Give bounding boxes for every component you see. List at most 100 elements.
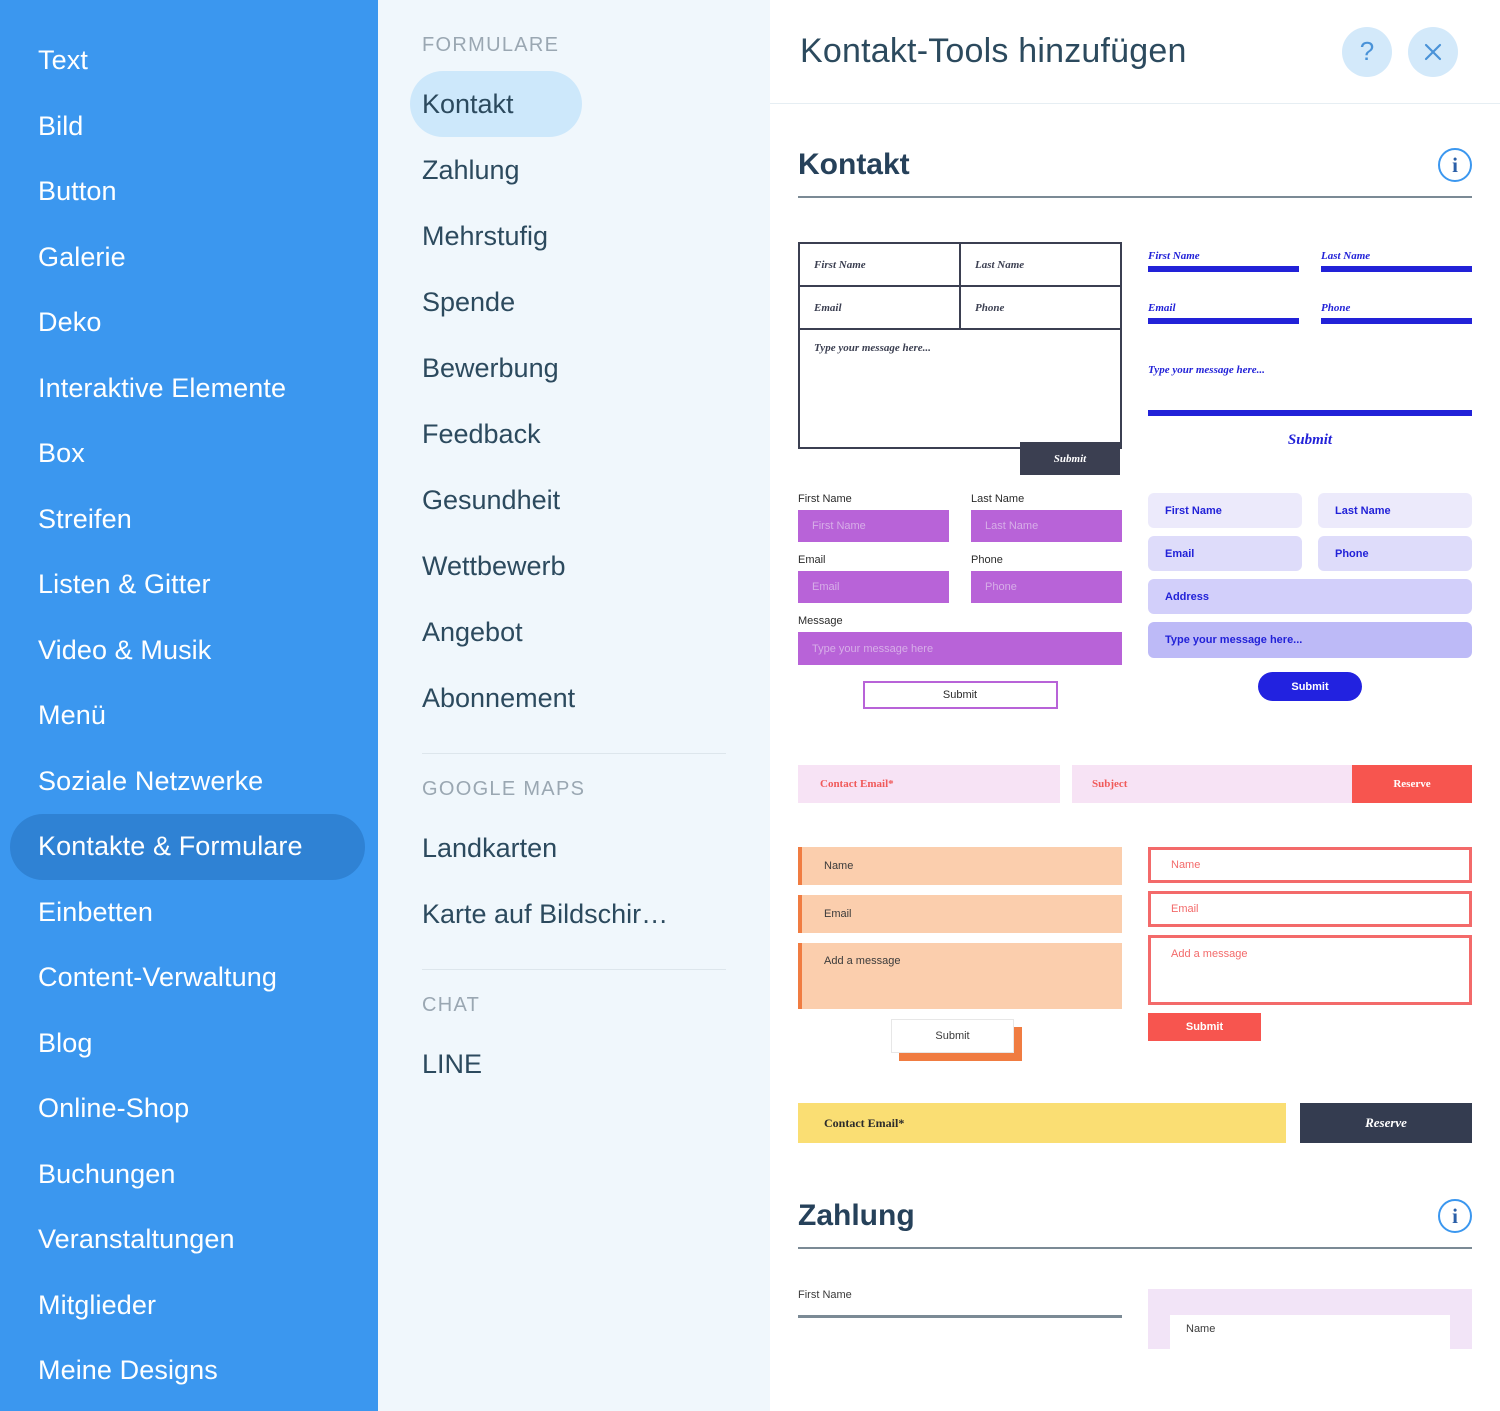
submit-button: Submit bbox=[1020, 442, 1120, 475]
sidebar-item-text[interactable]: Text bbox=[0, 28, 378, 94]
submit-button: Submit bbox=[891, 1019, 1022, 1061]
help-button[interactable]: ? bbox=[1342, 26, 1392, 77]
field-address: Address bbox=[1148, 579, 1472, 614]
field-last-name: Last Name bbox=[971, 510, 1122, 542]
field-email: Email bbox=[798, 895, 1122, 933]
add-tools-panel: Kontakt-Tools hinzufügen ? Kontakt i Fir… bbox=[770, 0, 1500, 1411]
sidebar-item-buchungen[interactable]: Buchungen bbox=[0, 1142, 378, 1208]
subnav-item-gesundheit[interactable]: Gesundheit bbox=[378, 467, 770, 533]
field-email: Email bbox=[1148, 536, 1302, 571]
info-icon[interactable]: i bbox=[1438, 1199, 1472, 1233]
page-title: Kontakt-Tools hinzufügen bbox=[800, 32, 1187, 70]
subnav-item-mehrstufig[interactable]: Mehrstufig bbox=[378, 203, 770, 269]
subnav-item-feedback[interactable]: Feedback bbox=[378, 401, 770, 467]
subnav-item-spende[interactable]: Spende bbox=[378, 269, 770, 335]
sidebar-item-bild[interactable]: Bild bbox=[0, 94, 378, 160]
field-message: Type your message here bbox=[798, 632, 1122, 665]
field-name: Name bbox=[1170, 1315, 1450, 1355]
sidebar-item-online-shop[interactable]: Online-Shop bbox=[0, 1076, 378, 1142]
field-message: Type your message here... bbox=[814, 342, 931, 354]
sidebar-item-box[interactable]: Box bbox=[0, 421, 378, 487]
sidebar-item-video-musik[interactable]: Video & Musik bbox=[0, 618, 378, 684]
reserve-button: Reserve bbox=[1352, 765, 1472, 803]
field-last-name: Last Name bbox=[1321, 250, 1371, 262]
template-row-4: Name Email Add a message Submit Name Ema… bbox=[798, 803, 1472, 1061]
field-subject: Subject bbox=[1072, 765, 1352, 803]
payment-template-underline[interactable]: First Name bbox=[798, 1289, 1122, 1349]
field-first-name: First Name bbox=[798, 1289, 852, 1301]
form-template-lavender[interactable]: First Name Last Name Email Phone Address… bbox=[1148, 493, 1472, 709]
subnav-item-kontakt[interactable]: Kontakt bbox=[410, 71, 582, 137]
form-template-peach[interactable]: Name Email Add a message Submit bbox=[798, 847, 1122, 1061]
sidebar-item-mitglieder[interactable]: Mitglieder bbox=[0, 1273, 378, 1339]
form-template-underline[interactable]: First Name Last Name Email Phone Type yo… bbox=[1148, 242, 1472, 449]
sidebar-item-soziale-netzwerke[interactable]: Soziale Netzwerke bbox=[0, 749, 378, 815]
submit-button: Submit bbox=[862, 681, 1058, 709]
subnav-item-abonnement[interactable]: Abonnement bbox=[378, 665, 770, 731]
sidebar-item-interaktive-elemente[interactable]: Interaktive Elemente bbox=[0, 356, 378, 422]
sidebar-item-streifen[interactable]: Streifen bbox=[0, 487, 378, 553]
close-icon bbox=[1424, 43, 1442, 60]
subnav-item-angebot[interactable]: Angebot bbox=[378, 599, 770, 665]
field-email: Email bbox=[800, 287, 959, 330]
label-phone: Phone bbox=[971, 554, 1003, 566]
form-template-pink-reserve[interactable]: Contact Email* Subject Reserve bbox=[798, 765, 1472, 803]
subnav-item-karte-auf-bildschir[interactable]: Karte auf Bildschir… bbox=[378, 881, 770, 947]
field-first-name: First Name bbox=[1148, 493, 1302, 528]
sidebar-item-listen-gitter[interactable]: Listen & Gitter bbox=[0, 552, 378, 618]
panel-body: Kontakt i First Name Last Name Email Pho… bbox=[770, 104, 1500, 1355]
form-type-subnav: FORMULARE Kontakt Zahlung Mehrstufig Spende B… bbox=[378, 0, 770, 1411]
subnav-item-line[interactable]: LINE bbox=[378, 1031, 770, 1097]
template-row-2: First Name First Name Last Name Last Nam… bbox=[798, 449, 1472, 709]
section-header-zahlung: Zahlung i bbox=[798, 1143, 1472, 1233]
payment-template-card[interactable]: Name bbox=[1148, 1289, 1472, 1355]
sidebar-item-button[interactable]: Button bbox=[0, 159, 378, 225]
info-icon[interactable]: i bbox=[1438, 148, 1472, 182]
submit-button: Submit bbox=[1287, 432, 1333, 448]
sidebar-item-galerie[interactable]: Galerie bbox=[0, 225, 378, 291]
subnav-item-wettbewerb[interactable]: Wettbewerb bbox=[378, 533, 770, 599]
sidebar-item-veranstaltungen[interactable]: Veranstaltungen bbox=[0, 1207, 378, 1273]
close-button[interactable] bbox=[1408, 26, 1458, 77]
field-phone: Phone bbox=[971, 571, 1122, 603]
form-template-purple[interactable]: First Name First Name Last Name Last Nam… bbox=[798, 493, 1122, 709]
field-first-name: First Name bbox=[800, 244, 959, 287]
field-last-name: Last Name bbox=[1318, 493, 1472, 528]
sidebar-item-deko[interactable]: Deko bbox=[0, 290, 378, 356]
form-template-red-outline[interactable]: Name Email Add a message Submit bbox=[1148, 847, 1472, 1053]
field-message: Add a message bbox=[798, 943, 1122, 1009]
field-underline bbox=[1321, 318, 1472, 324]
field-name: Name bbox=[1148, 847, 1472, 883]
sidebar-item-blog[interactable]: Blog bbox=[0, 1011, 378, 1077]
form-template-yellow-reserve[interactable]: Contact Email* Reserve bbox=[798, 1103, 1472, 1143]
subnav-group-heading: CHAT bbox=[422, 994, 481, 1016]
reserve-button: Reserve bbox=[1300, 1103, 1472, 1143]
field-underline bbox=[1148, 266, 1299, 272]
submit-button: Submit bbox=[1258, 672, 1362, 701]
field-message: Type your message here... bbox=[1148, 622, 1472, 658]
field-phone: Phone bbox=[1321, 302, 1351, 314]
subnav-item-landkarten[interactable]: Landkarten bbox=[378, 815, 770, 881]
subnav-item-zahlung[interactable]: Zahlung bbox=[378, 137, 770, 203]
sidebar-item-kontakte-formulare[interactable]: Kontakte & Formulare bbox=[10, 814, 365, 880]
field-phone: Phone bbox=[1318, 536, 1472, 571]
field-message: Add a message bbox=[1148, 935, 1472, 1005]
subnav-group-heading: GOOGLE MAPS bbox=[422, 778, 586, 800]
sidebar-item-einbetten[interactable]: Einbetten bbox=[0, 880, 378, 946]
subnav-item-bewerbung[interactable]: Bewerbung bbox=[378, 335, 770, 401]
panel-header: Kontakt-Tools hinzufügen ? bbox=[770, 0, 1500, 104]
form-template-bordered[interactable]: First Name Last Name Email Phone Type yo… bbox=[798, 242, 1122, 475]
sidebar-item-content-verwaltung[interactable]: Content-Verwaltung bbox=[0, 945, 378, 1011]
subnav-group-heading: FORMULARE bbox=[422, 34, 560, 56]
field-phone: Phone bbox=[959, 287, 1120, 330]
field-email: Email bbox=[1148, 891, 1472, 927]
label-last-name: Last Name bbox=[971, 493, 1025, 505]
section-divider bbox=[798, 1247, 1472, 1249]
submit-button: Submit bbox=[1148, 1013, 1261, 1041]
submit-button-label: Submit bbox=[891, 1019, 1014, 1053]
section-title: Zahlung bbox=[798, 1199, 915, 1232]
sidebar-item-meine-designs[interactable]: Meine Designs bbox=[0, 1338, 378, 1404]
sidebar-item-men[interactable]: Menü bbox=[0, 683, 378, 749]
